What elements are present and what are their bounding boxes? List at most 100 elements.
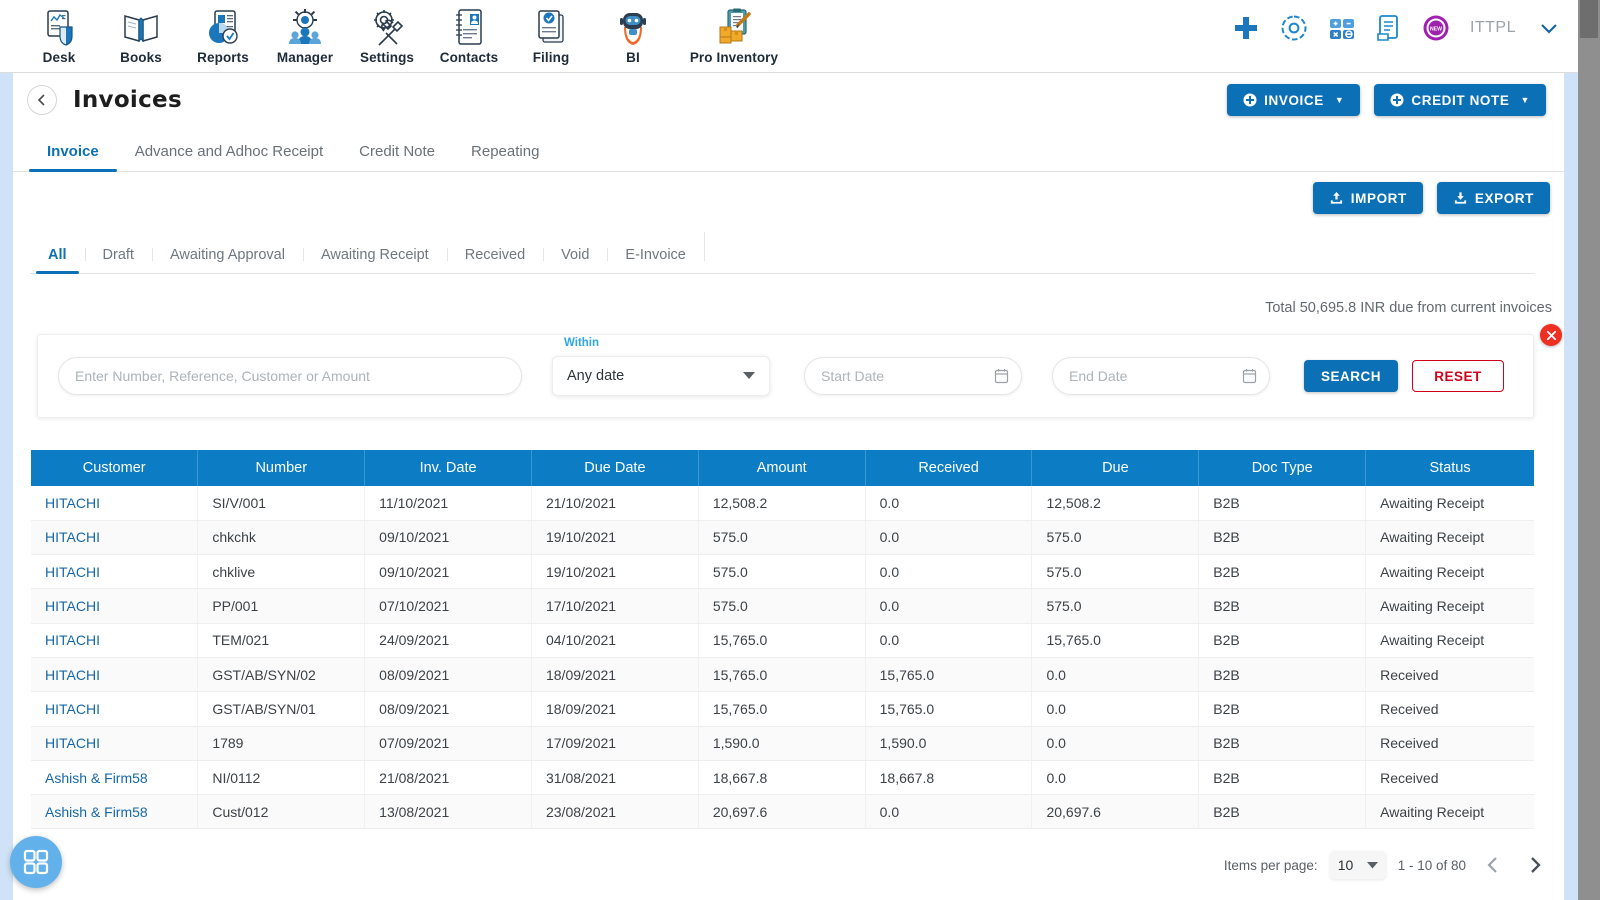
status-tab-void[interactable]: Void — [543, 247, 607, 273]
customer-link[interactable]: HITACHI — [45, 735, 100, 751]
previous-page-button[interactable] — [1478, 850, 1508, 880]
status-tab-label: All — [48, 247, 67, 263]
cell-customer[interactable]: HITACHI — [31, 623, 199, 658]
cell-customer[interactable]: Ashish & Firm58 — [31, 794, 199, 830]
items-per-page-select[interactable]: 10 — [1329, 851, 1386, 879]
calculator-icon[interactable] — [1328, 14, 1356, 42]
import-button[interactable]: IMPORT — [1312, 182, 1423, 214]
tab-advance-and-adhoc-receipt[interactable]: Advance and Adhoc Receipt — [117, 143, 341, 171]
page-range-label: 1 - 10 of 80 — [1397, 857, 1466, 873]
table-row[interactable]: Ashish & Firm58 NI/0112 21/08/2021 31/08/20… — [31, 760, 1534, 796]
customer-link[interactable]: HITACHI — [45, 564, 100, 580]
gear-icon[interactable] — [1280, 14, 1308, 42]
app-item-pro-inventory[interactable]: Pro Inventory — [674, 0, 794, 65]
reset-button[interactable]: RESET — [1412, 360, 1504, 392]
cell-due-date: 19/10/2021 — [531, 520, 699, 556]
cell-customer[interactable]: Ashish & Firm58 — [31, 760, 199, 796]
col-due-date[interactable]: Due Date — [531, 450, 699, 486]
reports-icon — [203, 5, 243, 49]
cell-customer[interactable]: HITACHI — [31, 554, 199, 590]
search-button[interactable]: SEARCH — [1304, 360, 1398, 392]
document-icon[interactable] — [1376, 14, 1402, 42]
cell-customer[interactable]: HITACHI — [31, 486, 199, 521]
table-row[interactable]: HITACHI chklive 09/10/2021 19/10/2021 575.0 0… — [31, 554, 1534, 590]
customer-link[interactable]: HITACHI — [45, 495, 100, 511]
close-filter-button[interactable] — [1540, 324, 1562, 346]
cell-number: NI/0112 — [197, 760, 366, 796]
customer-link[interactable]: HITACHI — [45, 701, 100, 717]
new-badge-icon[interactable]: NEW — [1422, 14, 1450, 42]
col-received[interactable]: Received — [865, 450, 1033, 486]
customer-link[interactable]: HITACHI — [45, 632, 100, 648]
table-row[interactable]: HITACHI chkchk 09/10/2021 19/10/2021 575.0 0.… — [31, 520, 1534, 556]
tab-invoice[interactable]: Invoice — [29, 143, 117, 172]
table-row[interactable]: HITACHI TEM/021 24/09/2021 04/10/2021 15,765… — [31, 623, 1534, 658]
status-tab-all[interactable]: All — [30, 247, 85, 274]
table-row[interactable]: HITACHI GST/AB/SYN/01 08/09/2021 18/09/2021… — [31, 691, 1534, 727]
status-tab-e-invoice[interactable]: E-Invoice — [607, 247, 703, 273]
new-invoice-button[interactable]: INVOICE ▼ — [1227, 84, 1361, 116]
col-due[interactable]: Due — [1031, 450, 1200, 486]
status-tab-draft[interactable]: Draft — [84, 247, 152, 273]
page-scrollbar-thumb[interactable] — [1580, 0, 1598, 38]
customer-link[interactable]: HITACHI — [45, 598, 100, 614]
col-doc-type[interactable]: Doc Type — [1198, 450, 1367, 486]
new-credit-note-button[interactable]: CREDIT NOTE ▼ — [1374, 84, 1546, 116]
cell-customer[interactable]: HITACHI — [31, 726, 199, 761]
app-item-bi[interactable]: BI — [592, 0, 674, 65]
cell-amount: 575.0 — [698, 520, 866, 556]
status-tab-awaiting-receipt[interactable]: Awaiting Receipt — [302, 247, 447, 273]
app-item-books[interactable]: Books — [100, 0, 182, 65]
next-page-button[interactable] — [1520, 850, 1550, 880]
app-item-contacts[interactable]: Contacts — [428, 0, 510, 65]
tab-credit-note[interactable]: Credit Note — [341, 143, 453, 171]
app-item-desk[interactable]: Desk — [18, 0, 100, 65]
table-row[interactable]: HITACHI SI/V/001 11/10/2021 21/10/2021 12,50… — [31, 486, 1534, 521]
page-title: Invoices — [73, 87, 182, 113]
app-item-reports[interactable]: Reports — [182, 0, 264, 65]
col-amount[interactable]: Amount — [698, 450, 866, 486]
main-tabs: Invoice Advance and Adhoc Receipt Credit… — [13, 128, 1564, 172]
search-input[interactable]: Enter Number, Reference, Customer or Amo… — [58, 357, 522, 395]
cell-number: chklive — [197, 554, 366, 590]
export-button[interactable]: EXPORT — [1436, 182, 1550, 214]
cell-customer[interactable]: HITACHI — [31, 691, 199, 727]
chevron-down-icon[interactable] — [1536, 15, 1562, 41]
col-status[interactable]: Status — [1365, 450, 1534, 486]
customer-link[interactable]: Ashish & Firm58 — [45, 804, 148, 820]
col-customer[interactable]: Customer — [31, 450, 199, 486]
table-body: HITACHI SI/V/001 11/10/2021 21/10/2021 12,50… — [31, 486, 1534, 830]
tab-repeating[interactable]: Repeating — [453, 143, 557, 171]
apps-grid-fab[interactable] — [10, 836, 62, 888]
customer-link[interactable]: Ashish & Firm58 — [45, 770, 148, 786]
cell-customer[interactable]: HITACHI — [31, 588, 199, 624]
customer-link[interactable]: HITACHI — [45, 529, 100, 545]
app-item-manager[interactable]: Manager — [264, 0, 346, 65]
plus-icon[interactable] — [1232, 14, 1260, 42]
cell-customer[interactable]: HITACHI — [31, 520, 199, 556]
cell-doc-type: B2B — [1198, 623, 1367, 658]
customer-link[interactable]: HITACHI — [45, 667, 100, 683]
back-button[interactable] — [27, 85, 57, 115]
start-date-input[interactable]: Start Date — [804, 357, 1022, 395]
table-row[interactable]: HITACHI 1789 07/09/2021 17/09/2021 1,590.0 1,… — [31, 726, 1534, 761]
cell-number: Cust/012 — [197, 794, 366, 830]
end-date-input[interactable]: End Date — [1052, 357, 1270, 395]
table-row[interactable]: HITACHI PP/001 07/10/2021 17/10/2021 575.0 0.… — [31, 588, 1534, 624]
col-number[interactable]: Number — [197, 450, 366, 486]
within-select[interactable]: Any date — [552, 356, 770, 396]
app-item-settings[interactable]: Settings — [346, 0, 428, 65]
status-tab-awaiting-approval[interactable]: Awaiting Approval — [151, 247, 303, 273]
table-row[interactable]: HITACHI GST/AB/SYN/02 08/09/2021 18/09/2021… — [31, 657, 1534, 693]
page-scrollbar[interactable] — [1578, 0, 1600, 900]
col-inv-date[interactable]: Inv. Date — [364, 450, 532, 486]
cell-doc-type: B2B — [1198, 760, 1367, 796]
status-tab-label: Draft — [102, 247, 134, 263]
cell-customer[interactable]: HITACHI — [31, 657, 199, 693]
app-item-filing[interactable]: Filing — [510, 0, 592, 65]
filter-panel: Enter Number, Reference, Customer or Amo… — [37, 334, 1534, 418]
table-row[interactable]: Ashish & Firm58 Cust/012 13/08/2021 23/08/2… — [31, 794, 1534, 830]
cell-status: Received — [1365, 657, 1534, 693]
cell-status: Awaiting Receipt — [1365, 520, 1534, 556]
status-tab-received[interactable]: Received — [446, 247, 543, 273]
